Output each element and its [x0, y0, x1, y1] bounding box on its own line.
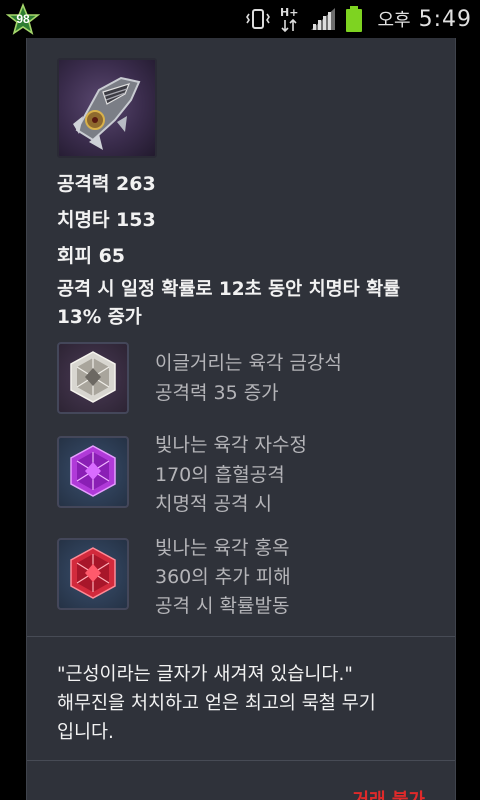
clock-ampm: 오후 [377, 10, 411, 31]
badge-count: 98 [16, 12, 30, 26]
stat-critical: 치명타 153 [57, 209, 156, 231]
gem-3-name: 빛나는 육각 홍옥 [155, 537, 290, 559]
gem-1-effect-1: 공격력 35 증가 [155, 382, 279, 404]
lore-line-1: "근성이라는 글자가 새겨져 있습니다." [57, 664, 353, 685]
status-bar: 98 H+ 오후 5:49 [0, 0, 480, 38]
section-divider-bottom [27, 760, 455, 761]
item-effect-description: 공격 시 일정 확률로 12초 동안 치명타 확률 13% 증가 [57, 279, 401, 328]
lore-line-2: 해무진을 처치하고 얻은 최고의 묵철 무기 [57, 693, 376, 714]
gem-2-effect-1: 170의 흡혈공격 [155, 464, 285, 486]
lore-line-3: 입니다. [57, 722, 114, 743]
battery-icon [345, 5, 363, 33]
gauntlet-weapon-icon [57, 58, 157, 158]
stat-attack: 공격력 263 [57, 173, 156, 195]
white-hexagon-gem-icon [57, 342, 129, 414]
section-divider [27, 636, 455, 637]
purple-hexagon-gem-icon [57, 436, 129, 508]
star-badge-icon[interactable]: 98 [5, 2, 41, 37]
signal-icon [309, 6, 337, 32]
gem-2-effect-2: 치명적 공격 시 [155, 493, 272, 515]
clock-time: 5:49 [418, 6, 472, 32]
vibrate-icon [245, 6, 271, 32]
gem-1-name: 이글거리는 육각 금강석 [155, 352, 342, 374]
red-hexagon-gem-icon [57, 538, 129, 610]
item-detail-panel: 공격력 263 치명타 153 회피 65 공격 시 일정 확률로 12초 동안… [26, 38, 456, 800]
stat-evasion: 회피 65 [57, 245, 126, 267]
item-lore: "근성이라는 글자가 새겨져 있습니다." 해무진을 처치하고 얻은 최고의 묵… [57, 660, 437, 747]
gem-3-effect-1: 360의 추가 피해 [155, 566, 291, 588]
gem-3-effect-2: 공격 시 확률발동 [155, 595, 290, 617]
hplus-data-icon: H+ [279, 5, 301, 33]
status-icons: H+ 오후 5:49 [245, 4, 472, 34]
gem-2-name: 빛나는 육각 자수정 [155, 434, 307, 456]
svg-text:H+: H+ [280, 6, 298, 19]
trade-status: 거래 불가 [352, 786, 425, 800]
